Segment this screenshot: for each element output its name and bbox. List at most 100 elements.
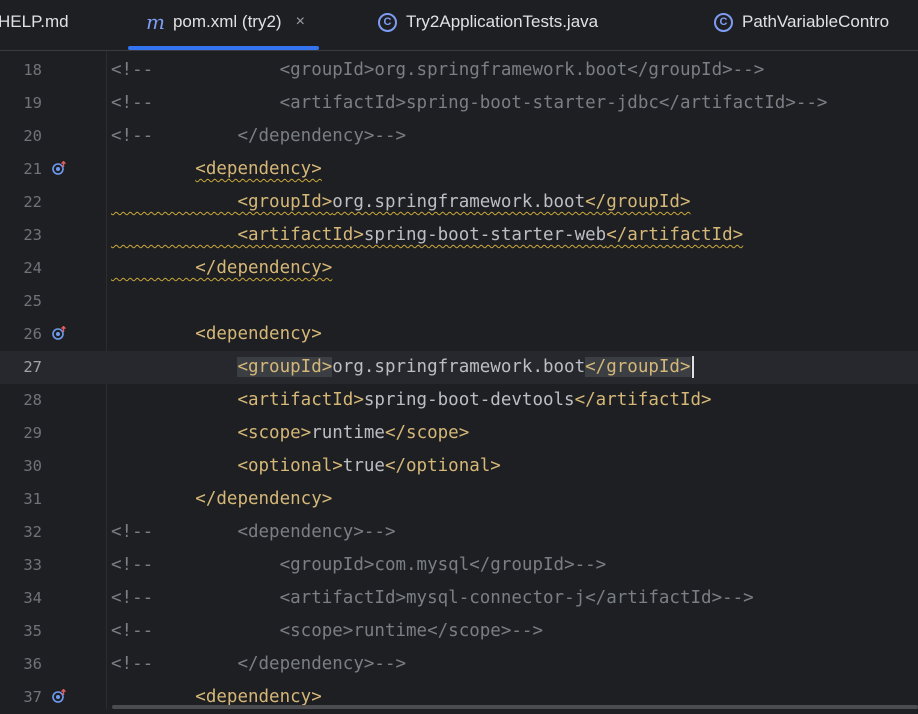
code-line[interactable]: 37 <dependency> bbox=[0, 681, 918, 714]
code-line[interactable]: 29 <scope>runtime</scope> bbox=[0, 417, 918, 450]
tab-path-variable-controller[interactable]: C PathVariableContro bbox=[714, 0, 889, 44]
xml-close-tag: </groupId> bbox=[585, 192, 691, 212]
code-line[interactable]: 34 <!-- <artifactId>mysql-connector-j</ar… bbox=[0, 582, 918, 615]
override-up-arrow-icon[interactable] bbox=[52, 161, 66, 175]
xml-text: true bbox=[342, 456, 385, 476]
comment-marker: <!-- bbox=[111, 126, 154, 146]
line-number: 18 bbox=[23, 61, 42, 79]
code-text: <artifactId>spring-boot-starter-web</art… bbox=[111, 219, 743, 252]
code-editor[interactable]: 18 <!-- <groupId>org.springframework.boot… bbox=[0, 51, 918, 709]
line-number: 34 bbox=[23, 589, 42, 607]
tab-label: Try2ApplicationTests.java bbox=[406, 12, 599, 31]
xml-close-tag: </optional> bbox=[384, 456, 501, 476]
editor-tab-bar: HELP.md m pom.xml (try2) × C Try2Applica… bbox=[0, 0, 918, 51]
comment-marker: <!-- bbox=[111, 654, 154, 674]
commented-code: </dependency>--> bbox=[237, 126, 407, 146]
line-number: 37 bbox=[23, 688, 42, 706]
code-line[interactable]: 36 <!-- </dependency>--> bbox=[0, 648, 918, 681]
class-c-icon: C bbox=[714, 12, 733, 32]
code-line[interactable]: 26 <dependency> bbox=[0, 318, 918, 351]
xml-text: org.springframework.boot bbox=[332, 192, 586, 212]
line-number: 20 bbox=[23, 127, 42, 145]
code-text: <artifactId>spring-boot-devtools</artifa… bbox=[111, 384, 711, 417]
xml-text: runtime bbox=[311, 423, 385, 443]
tab-label: PathVariableContro bbox=[742, 12, 890, 31]
line-number: 30 bbox=[23, 457, 42, 475]
code-line[interactable]: 20 <!-- </dependency>--> bbox=[0, 120, 918, 153]
commented-code: <artifactId>mysql-connector-j</artifactI… bbox=[279, 588, 754, 608]
tab-label: pom.xml (try2) bbox=[172, 12, 282, 31]
line-number: 31 bbox=[23, 490, 42, 508]
tab-try2-application-tests[interactable]: C Try2ApplicationTests.java bbox=[378, 0, 598, 44]
commented-code: <dependency>--> bbox=[237, 522, 396, 542]
xml-open-tag: <dependency> bbox=[195, 687, 322, 707]
override-up-arrow-icon[interactable] bbox=[52, 326, 66, 340]
code-text: <!-- <groupId>com.mysql</groupId>--> bbox=[111, 549, 606, 582]
close-icon[interactable]: × bbox=[296, 13, 305, 31]
code-text: <!-- </dependency>--> bbox=[111, 120, 406, 153]
commented-code: </dependency>--> bbox=[237, 654, 407, 674]
xml-open-tag: <groupId> bbox=[237, 357, 333, 377]
code-line[interactable]: 31 </dependency> bbox=[0, 483, 918, 516]
commented-code: <groupId>com.mysql</groupId>--> bbox=[279, 555, 607, 575]
code-line[interactable]: 25 bbox=[0, 285, 918, 318]
code-text: <dependency> bbox=[111, 681, 322, 714]
xml-text: spring-boot-devtools bbox=[363, 390, 575, 410]
code-line[interactable]: 18 <!-- <groupId>org.springframework.boot… bbox=[0, 54, 918, 87]
code-line[interactable]: 32 <!-- <dependency>--> bbox=[0, 516, 918, 549]
commented-code: <scope>runtime</scope>--> bbox=[279, 621, 543, 641]
line-number: 23 bbox=[23, 226, 42, 244]
tab-help-md[interactable]: HELP.md bbox=[0, 0, 69, 44]
class-c-icon: C bbox=[378, 12, 397, 32]
code-line[interactable]: 33 <!-- <groupId>com.mysql</groupId>--> bbox=[0, 549, 918, 582]
line-number: 27 bbox=[23, 358, 42, 376]
tab-pom-xml[interactable]: m pom.xml (try2) × bbox=[128, 0, 319, 50]
code-text: <dependency> bbox=[111, 153, 322, 186]
comment-marker: <!-- bbox=[111, 588, 154, 608]
xml-open-tag: <dependency> bbox=[195, 324, 322, 344]
code-line[interactable]: 27 <groupId>org.springframework.boot</gr… bbox=[0, 351, 918, 384]
line-number: 32 bbox=[23, 523, 42, 541]
code-text: <optional>true</optional> bbox=[111, 450, 501, 483]
code-text: <!-- <groupId>org.springframework.boot</… bbox=[111, 54, 764, 87]
code-text: <dependency> bbox=[111, 318, 322, 351]
xml-open-tag: <dependency> bbox=[195, 159, 322, 179]
xml-open-tag: <groupId> bbox=[237, 192, 333, 212]
xml-close-tag: </scope> bbox=[384, 423, 470, 443]
code-line[interactable]: 24 </dependency> bbox=[0, 252, 918, 285]
code-line[interactable]: 28 <artifactId>spring-boot-devtools</art… bbox=[0, 384, 918, 417]
line-number: 26 bbox=[23, 325, 42, 343]
code-text: <!-- </dependency>--> bbox=[111, 648, 406, 681]
code-line[interactable]: 35 <!-- <scope>runtime</scope>--> bbox=[0, 615, 918, 648]
line-number: 24 bbox=[23, 259, 42, 277]
code-text: <groupId>org.springframework.boot</group… bbox=[111, 186, 691, 219]
commented-code: <groupId>org.springframework.boot</group… bbox=[279, 60, 765, 80]
code-line[interactable]: 22 <groupId>org.springframework.boot</gr… bbox=[0, 186, 918, 219]
horizontal-scrollbar[interactable] bbox=[112, 705, 918, 709]
code-line[interactable]: 21 <dependency> bbox=[0, 153, 918, 186]
code-line[interactable]: 23 <artifactId>spring-boot-starter-web</… bbox=[0, 219, 918, 252]
text-caret bbox=[691, 356, 694, 378]
code-line[interactable]: 19 <!-- <artifactId>spring-boot-starter-j… bbox=[0, 87, 918, 120]
override-up-arrow-icon[interactable] bbox=[52, 689, 66, 703]
line-number: 29 bbox=[23, 424, 42, 442]
code-text: <!-- <artifactId>spring-boot-starter-jdb… bbox=[111, 87, 827, 120]
code-text: <!-- <artifactId>mysql-connector-j</arti… bbox=[111, 582, 754, 615]
xml-open-tag: <scope> bbox=[237, 423, 312, 443]
code-line[interactable]: 30 <optional>true</optional> bbox=[0, 450, 918, 483]
xml-text: spring-boot-starter-web bbox=[363, 225, 607, 245]
line-number: 36 bbox=[23, 655, 42, 673]
xml-open-tag: <artifactId> bbox=[237, 225, 364, 245]
xml-open-tag: <optional> bbox=[237, 456, 343, 476]
code-text: </dependency> bbox=[111, 483, 332, 516]
